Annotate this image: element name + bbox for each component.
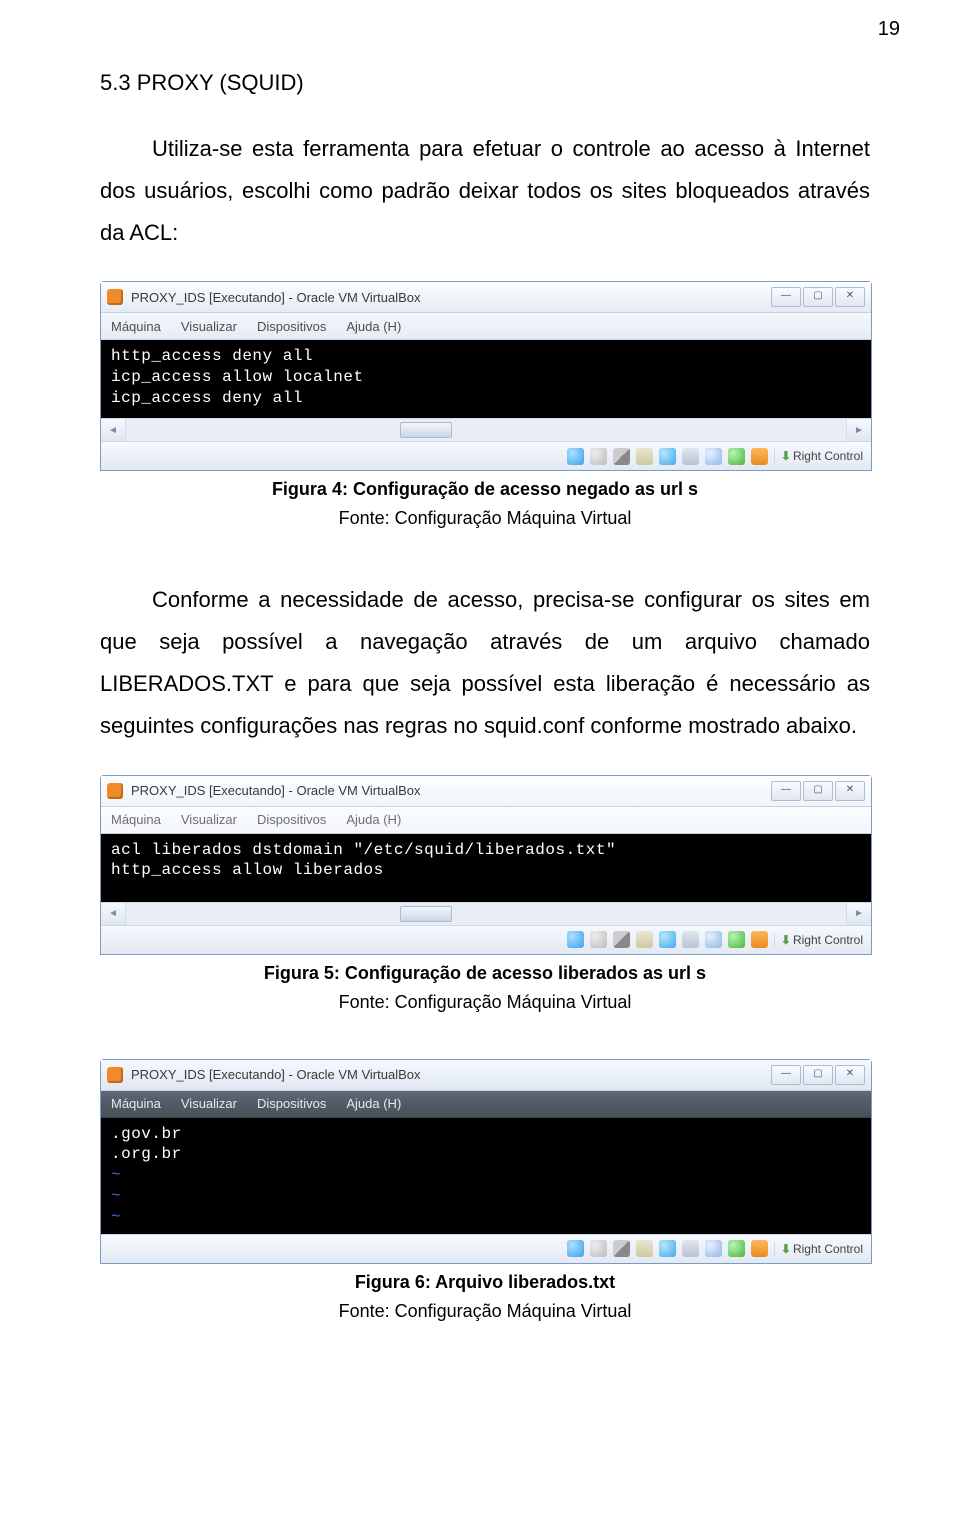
- scroll-thumb[interactable]: [400, 906, 452, 922]
- network-icon[interactable]: [659, 1240, 676, 1257]
- optical-icon[interactable]: [590, 448, 607, 465]
- vbox-title-text: PROXY_IDS [Executando] - Oracle VM Virtu…: [131, 290, 771, 305]
- vbox-menubar: Máquina Visualizar Dispositivos Ajuda (H…: [101, 1091, 871, 1118]
- maximize-button[interactable]: ▢: [803, 287, 833, 307]
- menu-visualizar[interactable]: Visualizar: [181, 319, 237, 334]
- folder-icon[interactable]: [636, 1240, 653, 1257]
- horizontal-scrollbar[interactable]: ◄ ►: [101, 902, 871, 925]
- section-title: 5.3 PROXY (SQUID): [100, 70, 870, 96]
- scroll-track[interactable]: [126, 903, 846, 925]
- menu-maquina[interactable]: Máquina: [111, 812, 161, 827]
- page-number: 19: [878, 18, 900, 41]
- scroll-right-icon[interactable]: ►: [846, 419, 871, 441]
- vbox-title-text: PROXY_IDS [Executando] - Oracle VM Virtu…: [131, 783, 771, 798]
- pen-icon[interactable]: [613, 1240, 630, 1257]
- fig5-source: Fonte: Configuração Máquina Virtual: [100, 992, 870, 1013]
- terminal-output: acl liberados dstdomain "/etc/squid/libe…: [101, 834, 871, 902]
- menu-ajuda[interactable]: Ajuda (H): [346, 1096, 401, 1111]
- screenshot-fig4: PROXY_IDS [Executando] - Oracle VM Virtu…: [100, 281, 870, 471]
- display-icon[interactable]: [682, 448, 699, 465]
- host-key-label: ⬇Right Control: [774, 933, 863, 947]
- network-icon[interactable]: [659, 931, 676, 948]
- paragraph-2: Conforme a necessidade de acesso, precis…: [100, 579, 870, 746]
- menu-dispositivos[interactable]: Dispositivos: [257, 812, 326, 827]
- network-icon[interactable]: [659, 448, 676, 465]
- fig4-source: Fonte: Configuração Máquina Virtual: [100, 508, 870, 529]
- folder-icon[interactable]: [636, 448, 653, 465]
- screenshot-fig6: PROXY_IDS [Executando] - Oracle VM Virtu…: [100, 1059, 870, 1264]
- menu-visualizar[interactable]: Visualizar: [181, 812, 237, 827]
- fig5-caption: Figura 5: Configuração de acesso liberad…: [100, 963, 870, 984]
- folder-icon[interactable]: [636, 931, 653, 948]
- vbox-titlebar: PROXY_IDS [Executando] - Oracle VM Virtu…: [101, 776, 871, 807]
- close-button[interactable]: ✕: [835, 781, 865, 801]
- capture-icon[interactable]: [728, 931, 745, 948]
- optical-icon[interactable]: [590, 931, 607, 948]
- close-button[interactable]: ✕: [835, 1065, 865, 1085]
- terminal-output: http_access deny all icp_access allow lo…: [101, 340, 871, 418]
- vbox-window: PROXY_IDS [Executando] - Oracle VM Virtu…: [100, 281, 872, 471]
- horizontal-scrollbar[interactable]: ◄ ►: [101, 418, 871, 441]
- vbox-titlebar: PROXY_IDS [Executando] - Oracle VM Virtu…: [101, 1060, 871, 1091]
- mouse-capture-icon[interactable]: [751, 1240, 768, 1257]
- minimize-button[interactable]: —: [771, 1065, 801, 1085]
- pen-icon[interactable]: [613, 931, 630, 948]
- scroll-left-icon[interactable]: ◄: [101, 903, 126, 925]
- mouse-capture-icon[interactable]: [751, 931, 768, 948]
- close-button[interactable]: ✕: [835, 287, 865, 307]
- display-icon[interactable]: [682, 931, 699, 948]
- vbox-statusbar: ⬇Right Control: [101, 925, 871, 954]
- vbox-titlebar: PROXY_IDS [Executando] - Oracle VM Virtu…: [101, 282, 871, 313]
- host-key-label: ⬇Right Control: [774, 449, 863, 463]
- vbox-statusbar: ⬇Right Control: [101, 441, 871, 470]
- vbox-menubar: Máquina Visualizar Dispositivos Ajuda (H…: [101, 313, 871, 340]
- menu-ajuda[interactable]: Ajuda (H): [346, 319, 401, 334]
- screenshot-fig5: PROXY_IDS [Executando] - Oracle VM Virtu…: [100, 775, 870, 955]
- fig6-caption: Figura 6: Arquivo liberados.txt: [100, 1272, 870, 1293]
- optical-icon[interactable]: [590, 1240, 607, 1257]
- share-icon[interactable]: [705, 1240, 722, 1257]
- fig4-caption: Figura 4: Configuração de acesso negado …: [100, 479, 870, 500]
- scroll-right-icon[interactable]: ►: [846, 903, 871, 925]
- menu-dispositivos[interactable]: Dispositivos: [257, 1096, 326, 1111]
- pen-icon[interactable]: [613, 448, 630, 465]
- terminal-output: .gov.br .org.br ~ ~ ~: [101, 1118, 871, 1234]
- capture-icon[interactable]: [728, 1240, 745, 1257]
- menu-ajuda[interactable]: Ajuda (H): [346, 812, 401, 827]
- fig6-source: Fonte: Configuração Máquina Virtual: [100, 1301, 870, 1322]
- share-icon[interactable]: [705, 931, 722, 948]
- menu-dispositivos[interactable]: Dispositivos: [257, 319, 326, 334]
- vbox-app-icon: [107, 1067, 123, 1083]
- maximize-button[interactable]: ▢: [803, 781, 833, 801]
- menu-maquina[interactable]: Máquina: [111, 319, 161, 334]
- share-icon[interactable]: [705, 448, 722, 465]
- minimize-button[interactable]: —: [771, 781, 801, 801]
- vbox-app-icon: [107, 783, 123, 799]
- paragraph-1: Utiliza-se esta ferramenta para efetuar …: [100, 128, 870, 253]
- maximize-button[interactable]: ▢: [803, 1065, 833, 1085]
- disk-icon[interactable]: [567, 448, 584, 465]
- vbox-window: PROXY_IDS [Executando] - Oracle VM Virtu…: [100, 1059, 872, 1264]
- disk-icon[interactable]: [567, 1240, 584, 1257]
- vbox-app-icon: [107, 289, 123, 305]
- vbox-statusbar: ⬇Right Control: [101, 1234, 871, 1263]
- vbox-title-text: PROXY_IDS [Executando] - Oracle VM Virtu…: [131, 1067, 771, 1082]
- scroll-track[interactable]: [126, 419, 846, 441]
- disk-icon[interactable]: [567, 931, 584, 948]
- menu-maquina[interactable]: Máquina: [111, 1096, 161, 1111]
- capture-icon[interactable]: [728, 448, 745, 465]
- vbox-window: PROXY_IDS [Executando] - Oracle VM Virtu…: [100, 775, 872, 955]
- mouse-capture-icon[interactable]: [751, 448, 768, 465]
- vbox-menubar: Máquina Visualizar Dispositivos Ajuda (H…: [101, 807, 871, 834]
- scroll-left-icon[interactable]: ◄: [101, 419, 126, 441]
- minimize-button[interactable]: —: [771, 287, 801, 307]
- display-icon[interactable]: [682, 1240, 699, 1257]
- host-key-label: ⬇Right Control: [774, 1242, 863, 1256]
- scroll-thumb[interactable]: [400, 422, 452, 438]
- menu-visualizar[interactable]: Visualizar: [181, 1096, 237, 1111]
